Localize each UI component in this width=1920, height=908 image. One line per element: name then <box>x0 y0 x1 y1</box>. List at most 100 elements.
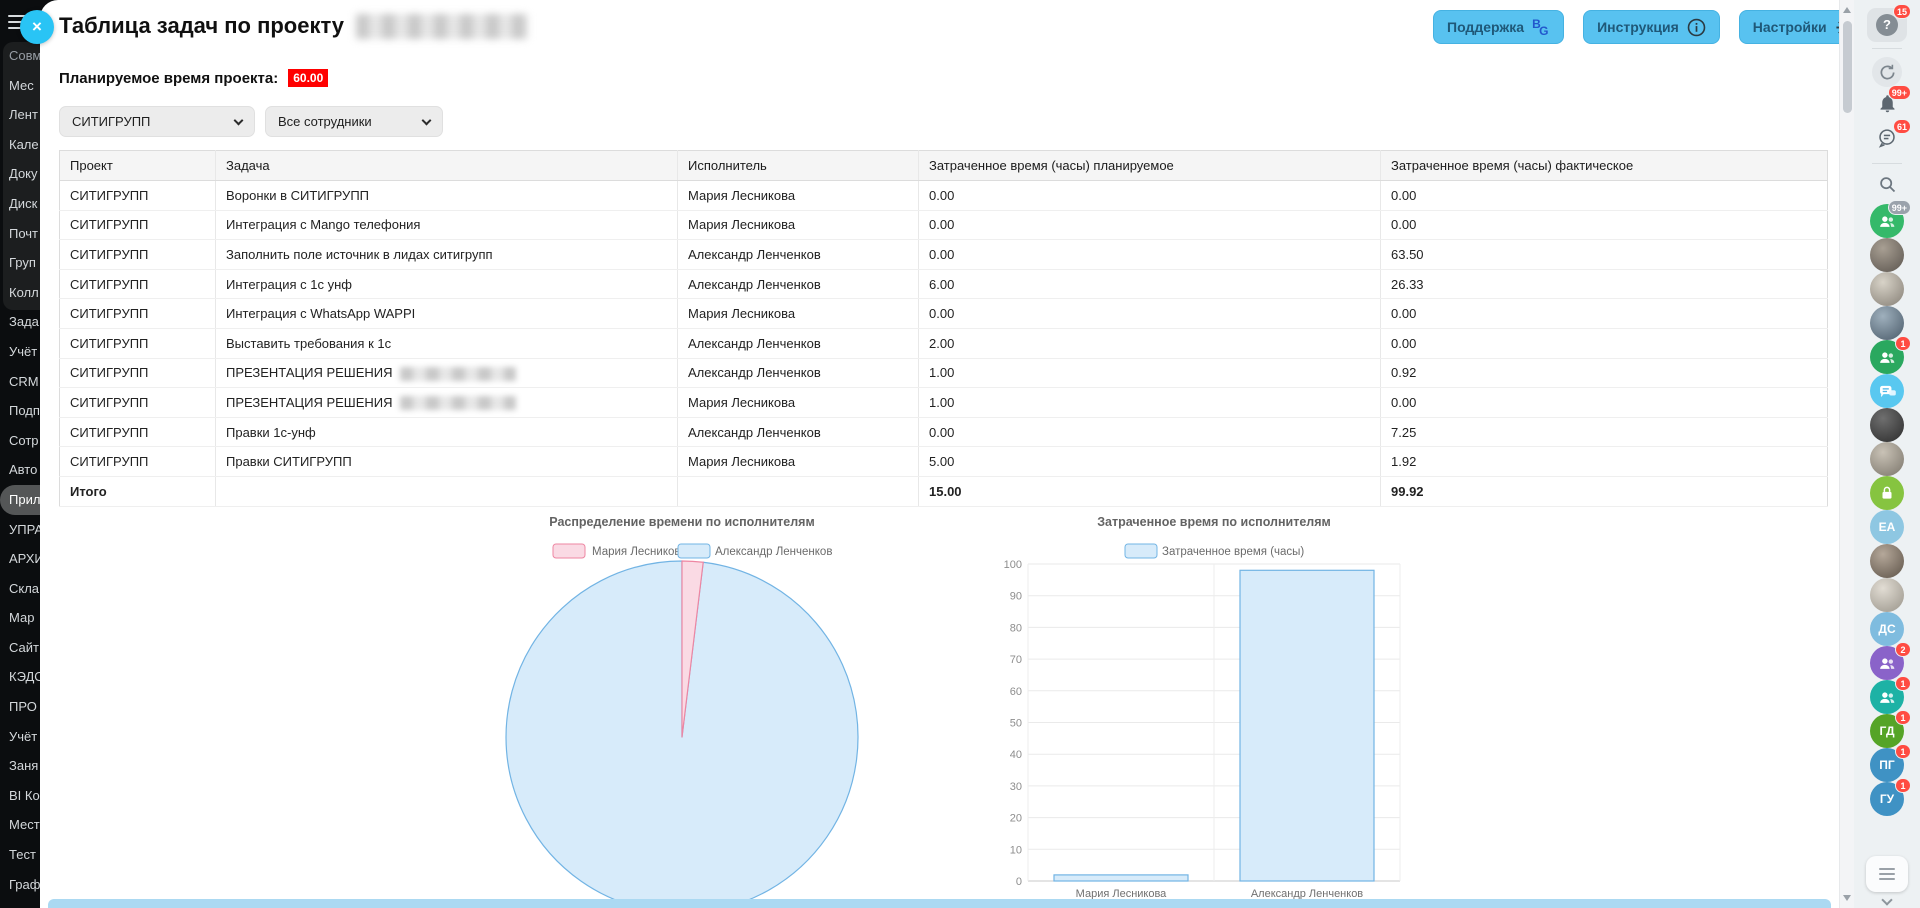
sidebar-item[interactable]: УПРА <box>0 515 40 545</box>
employee-filter-select[interactable]: Все сотрудники <box>265 106 443 137</box>
rail-menu-button[interactable] <box>1866 856 1908 892</box>
task-cell: ПРЕЗЕНТАЦИЯ РЕШЕНИЯ <box>216 388 678 418</box>
y-tick-label: 80 <box>1010 622 1022 634</box>
sidebar-item[interactable]: Почт <box>0 219 40 249</box>
sidebar-item[interactable]: Кале <box>0 130 40 160</box>
chat-avatar[interactable]: 1 <box>1870 680 1904 714</box>
chat-avatar[interactable] <box>1870 272 1904 306</box>
chat-avatar[interactable]: ГУ1 <box>1870 782 1904 816</box>
rail-scroll-down-icon[interactable] <box>1881 894 1892 905</box>
chat-avatar[interactable] <box>1870 374 1904 408</box>
column-header: Исполнитель <box>678 151 919 181</box>
chevron-down-icon <box>234 115 244 125</box>
sidebar-item[interactable]: Учёт <box>0 337 40 367</box>
sidebar-item[interactable]: Сайт <box>0 633 40 663</box>
planned-cell: 2.00 <box>919 328 1381 358</box>
notification-badge: 99+ <box>1888 200 1911 215</box>
project-filter-select[interactable]: СИТИГРУПП <box>59 106 255 137</box>
blurred-task-name <box>400 367 516 381</box>
chat-avatar[interactable] <box>1870 544 1904 578</box>
bitrix-bg-icon: BG <box>1532 18 1550 36</box>
close-slider-button[interactable]: × <box>20 10 54 44</box>
scrollbar-down-arrow[interactable] <box>1843 895 1851 901</box>
project-cell: СИТИГРУПП <box>60 328 216 358</box>
sidebar-item[interactable]: Онл <box>0 899 40 908</box>
planned-cell: 5.00 <box>919 447 1381 477</box>
sidebar-item[interactable]: Колл <box>0 278 40 308</box>
table-row: СИТИГРУПППРЕЗЕНТАЦИЯ РЕШЕНИЯМария Лесник… <box>60 388 1828 418</box>
scrollbar-up-arrow[interactable] <box>1843 7 1851 13</box>
legend-item-alexandr[interactable] <box>678 544 710 558</box>
bar-legend-item[interactable] <box>1125 544 1157 558</box>
sidebar-item[interactable]: Граф <box>0 870 40 900</box>
avatar <box>1870 544 1904 578</box>
history-button[interactable] <box>1870 55 1904 89</box>
sidebar-item[interactable]: Сотр <box>0 426 40 456</box>
sidebar-item[interactable]: Груп <box>0 248 40 278</box>
chat-avatar[interactable] <box>1870 306 1904 340</box>
sidebar-item[interactable]: Совм <box>0 41 40 71</box>
sidebar-item[interactable]: CRM <box>0 367 40 397</box>
help-button[interactable]: ?15 <box>1870 8 1904 42</box>
total-actual-cell: 99.92 <box>1381 476 1828 506</box>
sidebar-item[interactable]: Мест <box>0 810 40 840</box>
table-header-row: ПроектЗадачаИсполнительЗатраченное время… <box>60 151 1828 181</box>
chat-avatar[interactable]: 99+ <box>1870 204 1904 238</box>
pie-chart-title: Распределение времени по исполнителям <box>549 515 814 529</box>
sidebar-item[interactable]: ПРО <box>0 692 40 722</box>
legend-item-maria[interactable] <box>553 544 585 558</box>
sidebar-item[interactable]: BI Ко <box>0 781 40 811</box>
sidebar-item[interactable]: Авто <box>0 455 40 485</box>
chat-avatar[interactable]: ДС <box>1870 612 1904 646</box>
actual-cell: 7.25 <box>1381 417 1828 447</box>
bar-0[interactable] <box>1054 875 1188 881</box>
sidebar-item[interactable]: Мес <box>0 71 40 101</box>
planned-time-value: 60.00 <box>288 69 328 87</box>
chats-button[interactable]: 61 <box>1870 123 1904 157</box>
chat-avatar[interactable] <box>1870 238 1904 272</box>
sidebar-item[interactable]: Доку <box>0 159 40 189</box>
notification-badge: 2 <box>1895 642 1911 657</box>
notifications-button[interactable]: 99+ <box>1870 89 1904 123</box>
vertical-scrollbar[interactable] <box>1839 0 1854 908</box>
main-panel: Таблица задач по проекту Поддержка BG Ин… <box>40 0 1839 908</box>
sidebar-item[interactable]: Учёт <box>0 722 40 752</box>
sidebar-item[interactable]: Прил <box>0 485 40 515</box>
task-cell: Правки СИТИГРУПП <box>216 447 678 477</box>
sidebar-item[interactable]: Лент <box>0 100 40 130</box>
sidebar-item[interactable]: Зада <box>0 307 40 337</box>
support-button[interactable]: Поддержка BG <box>1433 10 1564 44</box>
chat-avatar[interactable] <box>1870 442 1904 476</box>
sidebar-item[interactable]: Тест <box>0 840 40 870</box>
bar-1[interactable] <box>1240 570 1374 881</box>
sidebar-item[interactable]: АРХИ <box>0 544 40 574</box>
chat-avatar[interactable]: ПГ1 <box>1870 748 1904 782</box>
left-menu: СовмМесЛентКалеДокуДискПочтГрупКоллЗадаУ… <box>0 41 40 908</box>
sidebar-item[interactable]: КЭДО <box>0 662 40 692</box>
planned-time-row: Планируемое время проекта: 60.00 <box>59 69 328 87</box>
toolbar: Поддержка BG Инструкция Настройки <box>1433 10 1868 44</box>
search-button[interactable] <box>1870 170 1904 204</box>
task-cell: Заполнить поле источник в лидах ситигруп… <box>216 240 678 270</box>
chat-avatar[interactable]: 1 <box>1870 340 1904 374</box>
chat-avatar[interactable]: ГД1 <box>1870 714 1904 748</box>
project-cell: СИТИГРУПП <box>60 210 216 240</box>
sidebar-item[interactable]: Заня <box>0 751 40 781</box>
people-icon <box>1877 653 1898 674</box>
chat-avatar[interactable]: ЕА <box>1870 510 1904 544</box>
chat-avatar[interactable] <box>1870 408 1904 442</box>
total-label-cell: Итого <box>60 476 216 506</box>
assignee-cell: Александр Ленченков <box>678 358 919 388</box>
employee-filter-value: Все сотрудники <box>278 114 372 129</box>
chat-avatar[interactable] <box>1870 578 1904 612</box>
sidebar-item[interactable]: Скла <box>0 574 40 604</box>
instruction-button[interactable]: Инструкция <box>1583 10 1720 44</box>
scrollbar-thumb[interactable] <box>1843 21 1852 113</box>
sidebar-item[interactable]: Диск <box>0 189 40 219</box>
sidebar-item[interactable]: Подп <box>0 396 40 426</box>
sidebar-item[interactable]: Мар <box>0 603 40 633</box>
chat-avatar[interactable]: 2 <box>1870 646 1904 680</box>
planned-cell: 0.00 <box>919 417 1381 447</box>
chat-avatar[interactable] <box>1870 476 1904 510</box>
info-icon <box>1687 18 1706 37</box>
